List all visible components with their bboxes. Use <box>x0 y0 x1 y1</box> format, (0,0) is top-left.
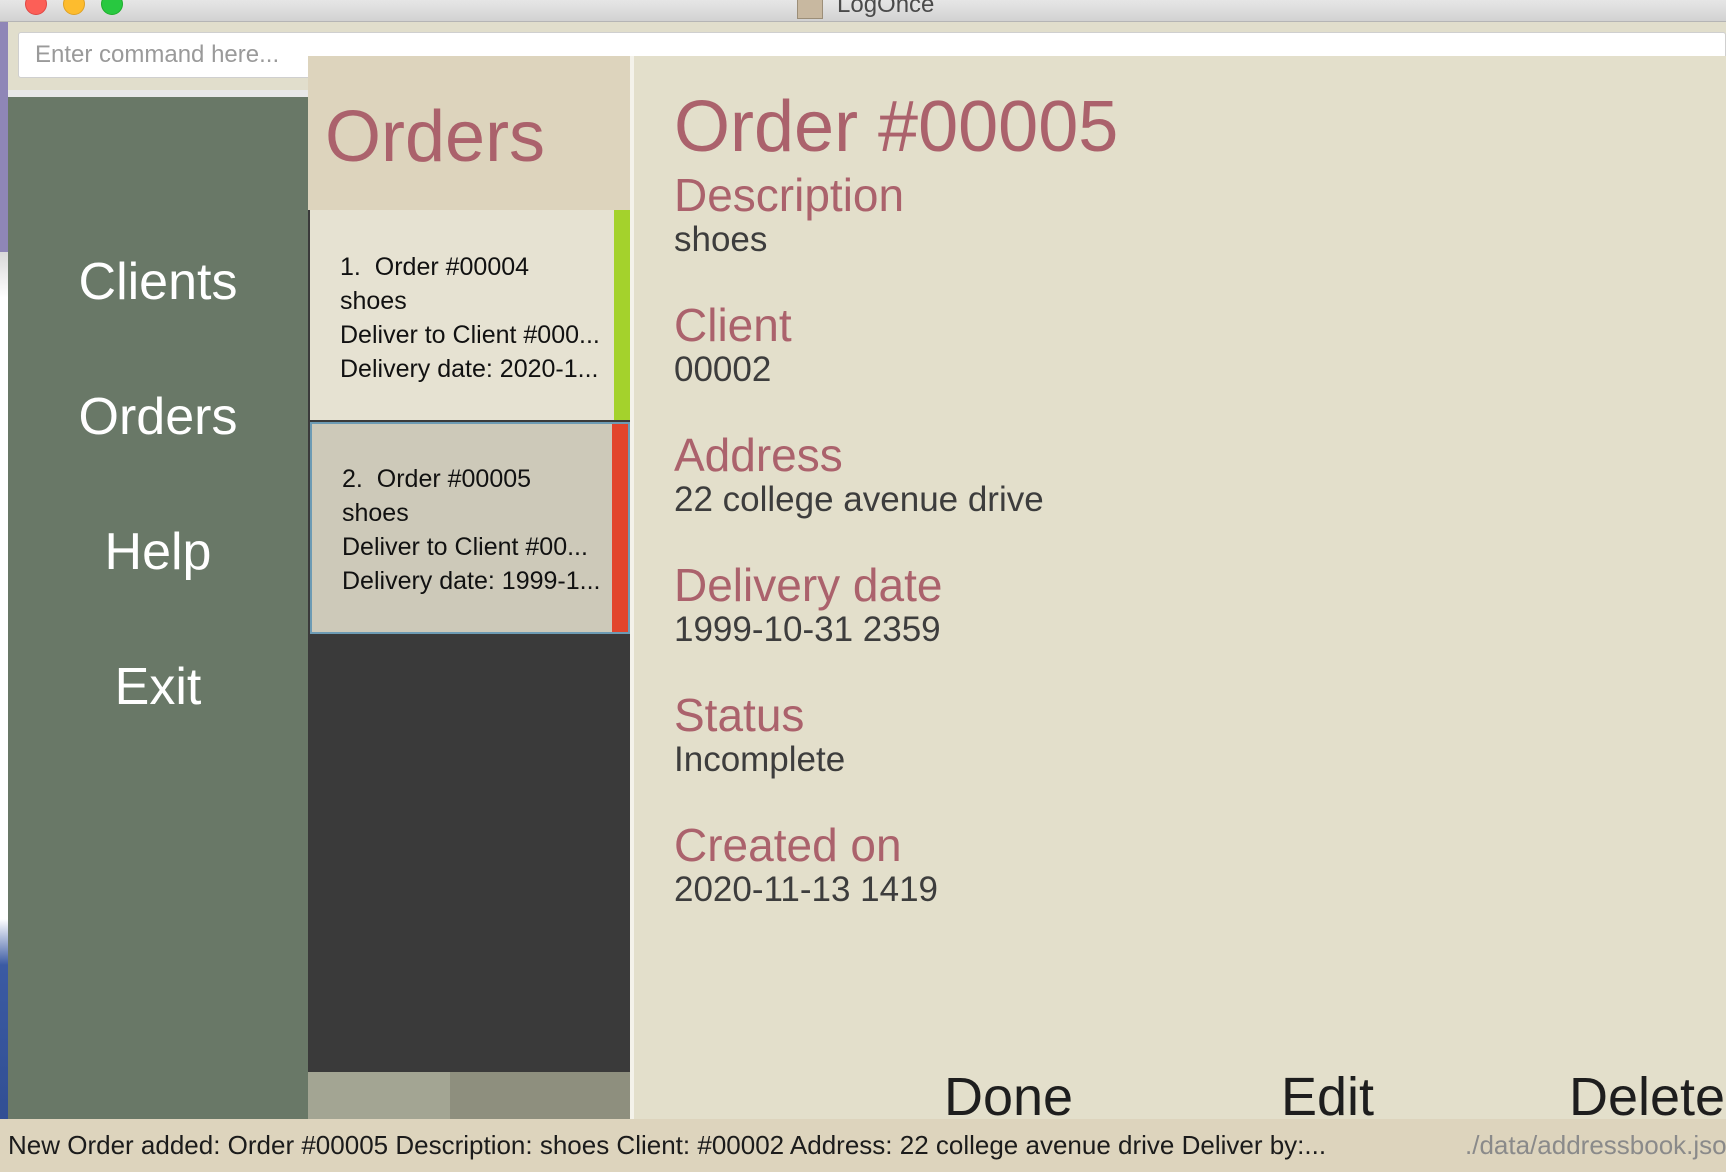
status-message: New Order added: Order #00005 Descriptio… <box>8 1130 1327 1160</box>
sidebar-item-clients[interactable]: Clients <box>8 252 308 312</box>
data-file-path: ./data/addressbook.json <box>1465 1130 1726 1160</box>
order-card-date: Delivery date: 2020-1... <box>340 355 599 383</box>
desktop-background-strip <box>0 22 8 1172</box>
order-card-description: shoes <box>342 499 409 527</box>
order-card-client: Deliver to Client #000... <box>340 321 600 349</box>
orders-list-panel: Orders 1. Order #00004 shoes Deliver to … <box>308 56 630 1119</box>
window-close-button[interactable] <box>25 0 47 15</box>
order-status-stripe <box>612 424 628 632</box>
orders-list-title: Orders <box>325 97 546 177</box>
horizontal-scrollbar[interactable] <box>308 1072 630 1119</box>
order-status-stripe <box>614 210 630 420</box>
sidebar: Clients Orders Help Exit <box>8 97 308 1119</box>
sidebar-item-orders[interactable]: Orders <box>8 387 308 447</box>
order-card-text: 2. Order #00005 shoes Deliver to Client … <box>342 462 600 598</box>
order-card-client: Deliver to Client #00... <box>342 533 588 561</box>
created-on-label: Created on <box>674 819 902 871</box>
order-card-date: Delivery date: 1999-1... <box>342 567 601 595</box>
delivery-date-label: Delivery date <box>674 559 943 611</box>
address-label: Address <box>674 429 843 481</box>
scrollbar-thumb[interactable] <box>308 1072 450 1119</box>
order-card-text: 1. Order #00004 shoes Deliver to Client … <box>340 250 600 386</box>
order-detail-panel: Order #00005 Description shoes Client 00… <box>634 56 1726 1127</box>
window-minimize-button[interactable] <box>63 0 85 15</box>
order-card-index: 1. <box>340 253 361 281</box>
window-title: LogOnce <box>837 0 935 18</box>
window-titlebar: LogOnce <box>0 0 1726 22</box>
delivery-date-value: 1999-10-31 2359 <box>674 610 941 649</box>
order-detail-title: Order #00005 <box>674 87 1119 167</box>
client-value: 00002 <box>674 350 772 389</box>
description-value: shoes <box>674 220 768 259</box>
client-label: Client <box>674 299 792 351</box>
sidebar-item-exit[interactable]: Exit <box>8 657 308 717</box>
order-card-heading: 1. Order #00004 <box>340 250 600 284</box>
order-card-number: Order #00004 <box>374 253 530 281</box>
status-label: Status <box>674 689 805 741</box>
order-card-heading: 2. Order #00005 <box>342 462 600 496</box>
order-card-description: shoes <box>340 287 407 315</box>
window-maximize-button[interactable] <box>101 0 123 15</box>
order-card[interactable]: 1. Order #00004 shoes Deliver to Client … <box>310 210 630 420</box>
window-title-group: LogOnce <box>797 0 935 21</box>
order-card-selected[interactable]: 2. Order #00005 shoes Deliver to Client … <box>310 422 630 634</box>
status-bar: New Order added: Order #00005 Descriptio… <box>0 1119 1726 1172</box>
orders-list-header: Orders <box>308 56 630 210</box>
order-card-number: Order #00005 <box>376 465 532 493</box>
app-icon <box>797 0 823 19</box>
description-label: Description <box>674 169 905 221</box>
created-on-value: 2020-11-13 1419 <box>674 870 939 909</box>
sidebar-item-help[interactable]: Help <box>8 522 308 582</box>
order-card-index: 2. <box>342 465 363 493</box>
status-value: Incomplete <box>674 740 846 779</box>
address-value: 22 college avenue drive <box>674 480 1044 519</box>
